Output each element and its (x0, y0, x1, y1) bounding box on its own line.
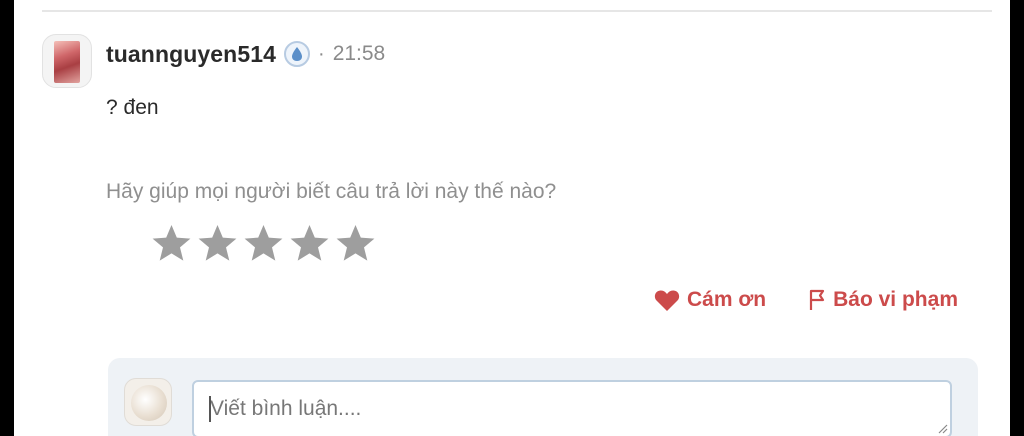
star-icon-1[interactable] (150, 222, 193, 266)
answer-header: tuannguyen514 · 21:58 (106, 38, 385, 70)
text-caret (209, 396, 211, 422)
star-icon-5[interactable] (334, 222, 377, 266)
avatar-image (54, 41, 80, 83)
star-icon-2[interactable] (196, 222, 239, 266)
star-icon-3[interactable] (242, 222, 285, 266)
timestamp: 21:58 (332, 42, 386, 65)
answer-text: ? đen (106, 96, 159, 119)
report-label: Báo vi phạm (833, 288, 958, 311)
answer-card: tuannguyen514 · 21:58 ? đen Hãy giúp mọi… (14, 0, 1010, 436)
star-icon-4[interactable] (288, 222, 331, 266)
report-button[interactable]: Báo vi phạm (808, 288, 958, 312)
water-drop-rank-icon (284, 41, 311, 67)
thanks-label: Cám ơn (687, 288, 767, 311)
separator-dot: · (318, 42, 325, 65)
comment-area (108, 358, 978, 436)
avatar-image (131, 385, 167, 421)
user-avatar[interactable] (42, 34, 92, 88)
resize-handle-icon[interactable] (936, 422, 948, 434)
comment-input[interactable] (192, 380, 952, 436)
heart-icon (654, 289, 680, 311)
username[interactable]: tuannguyen514 (106, 41, 276, 68)
current-user-avatar (124, 378, 172, 426)
rating-prompt: Hãy giúp mọi người biết câu trả lời này … (106, 180, 557, 203)
answer-actions: Cám ơn Báo vi phạm (654, 288, 958, 312)
flag-icon (810, 289, 825, 310)
divider (42, 10, 992, 12)
star-rating[interactable] (150, 222, 377, 266)
thanks-button[interactable]: Cám ơn (654, 288, 766, 312)
